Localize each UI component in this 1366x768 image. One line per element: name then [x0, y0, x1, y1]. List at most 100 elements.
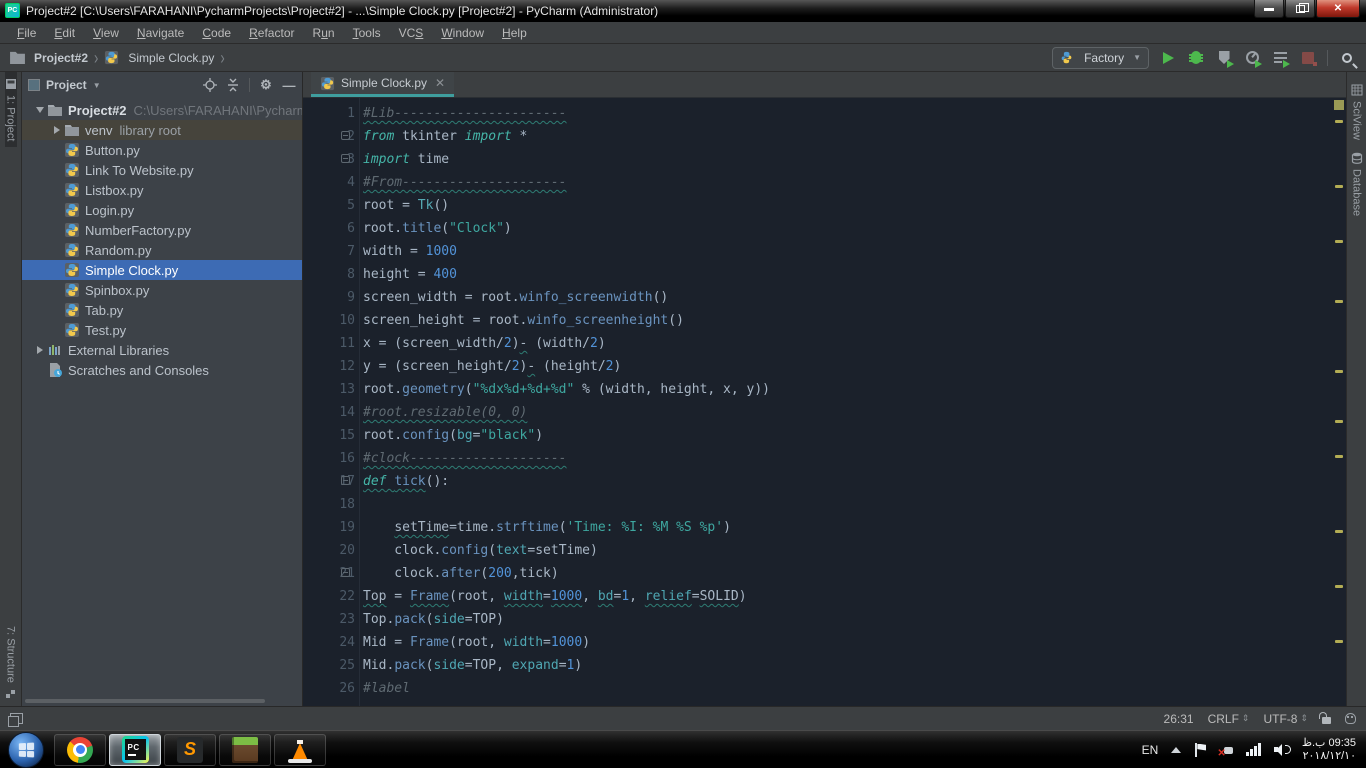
menu-file[interactable]: File: [8, 24, 45, 42]
taskbar-pycharm-button[interactable]: PC: [109, 734, 161, 766]
run-with-settings-button[interactable]: [1271, 49, 1289, 67]
encoding-select[interactable]: UTF-8⇕: [1263, 712, 1308, 726]
code-line[interactable]: y = (screen_height/2)- (height/2): [363, 355, 1330, 378]
code-line[interactable]: #From---------------------: [363, 171, 1330, 194]
taskbar-clock[interactable]: 09:35 ب.ظ ۲۰۱۸/۱۲/۱۰: [1302, 737, 1356, 763]
code-line[interactable]: from tkinter import *: [363, 125, 1330, 148]
horizontal-scrollbar[interactable]: [25, 699, 265, 703]
code-line[interactable]: [363, 493, 1330, 516]
run-button[interactable]: [1159, 49, 1177, 67]
tree-collapsed-arrow-icon[interactable]: [32, 346, 47, 354]
code-line[interactable]: #label: [363, 677, 1330, 700]
tool-button-sciview[interactable]: SciView: [1351, 78, 1363, 146]
tree-item-scratches-and-consoles[interactable]: Scratches and Consoles: [22, 360, 302, 380]
warning-stripe-mark[interactable]: [1335, 370, 1343, 373]
debug-button[interactable]: [1187, 49, 1205, 67]
code-line[interactable]: Top = Frame(root, width=1000, bd=1, reli…: [363, 585, 1330, 608]
warning-stripe-mark[interactable]: [1335, 420, 1343, 423]
code-line[interactable]: clock.after(200,tick): [363, 562, 1330, 585]
code-line[interactable]: screen_width = root.winfo_screenwidth(): [363, 286, 1330, 309]
volume-icon[interactable]: [1274, 743, 1289, 756]
tab-close-icon[interactable]: ✕: [435, 76, 445, 90]
warning-stripe-mark[interactable]: [1335, 185, 1343, 188]
menu-navigate[interactable]: Navigate: [128, 24, 193, 42]
tree-item-random-py[interactable]: Random.py: [22, 240, 302, 260]
fold-marker-icon[interactable]: [341, 568, 350, 577]
code-line[interactable]: x = (screen_width/2)- (width/2): [363, 332, 1330, 355]
hide-panel-button[interactable]: —: [282, 78, 296, 92]
code-line[interactable]: Mid.pack(side=TOP, expand=1): [363, 654, 1330, 677]
code-line[interactable]: width = 1000: [363, 240, 1330, 263]
menu-help[interactable]: Help: [493, 24, 536, 42]
breadcrumb-file[interactable]: Simple Clock.py: [128, 51, 214, 65]
tree-item-numberfactory-py[interactable]: NumberFactory.py: [22, 220, 302, 240]
warning-stripe-mark[interactable]: [1335, 120, 1343, 123]
stop-button[interactable]: [1299, 49, 1317, 67]
fold-marker-icon[interactable]: [341, 154, 350, 163]
tree-item-listbox-py[interactable]: Listbox.py: [22, 180, 302, 200]
warning-stripe-mark[interactable]: [1335, 300, 1343, 303]
line-separator-select[interactable]: CRLF⇕: [1208, 712, 1250, 726]
code-line[interactable]: Top.pack(side=TOP): [363, 608, 1330, 631]
tree-item-tab-py[interactable]: Tab.py: [22, 300, 302, 320]
code-line[interactable]: #Lib----------------------: [363, 102, 1330, 125]
menu-edit[interactable]: Edit: [45, 24, 84, 42]
taskbar-vlc-button[interactable]: [274, 734, 326, 766]
editor-tab[interactable]: Simple Clock.py ✕: [311, 72, 454, 97]
tree-item-simple-clock-py[interactable]: Simple Clock.py: [22, 260, 302, 280]
menu-tools[interactable]: Tools: [344, 24, 390, 42]
error-stripe[interactable]: [1332, 98, 1346, 706]
tool-button-project[interactable]: 1: Project: [5, 72, 17, 147]
tree-item-button-py[interactable]: Button.py: [22, 140, 302, 160]
tree-item-login-py[interactable]: Login.py: [22, 200, 302, 220]
menu-run[interactable]: Run: [304, 24, 344, 42]
menu-window[interactable]: Window: [432, 24, 493, 42]
collapse-all-button[interactable]: [226, 78, 240, 92]
code-line[interactable]: root.config(bg="black"): [363, 424, 1330, 447]
close-button[interactable]: ✕: [1316, 0, 1360, 18]
settings-gear-icon[interactable]: ⚙: [259, 78, 273, 92]
code-line[interactable]: screen_height = root.winfo_screenheight(…: [363, 309, 1330, 332]
fold-marker-icon[interactable]: [341, 476, 350, 485]
action-center-flag-icon[interactable]: [1194, 743, 1206, 757]
code-line[interactable]: height = 400: [363, 263, 1330, 286]
code-line[interactable]: root.title("Clock"): [363, 217, 1330, 240]
warning-stripe-mark[interactable]: [1335, 585, 1343, 588]
menu-code[interactable]: Code: [193, 24, 240, 42]
run-configuration-select[interactable]: Factory ▼: [1052, 47, 1149, 69]
network-signal-icon[interactable]: [1246, 743, 1261, 756]
inspection-indicator[interactable]: [1334, 100, 1344, 110]
code-line[interactable]: #root.resizable(0, 0): [363, 401, 1330, 424]
tree-item-test-py[interactable]: Test.py: [22, 320, 302, 340]
menu-refactor[interactable]: Refactor: [240, 24, 303, 42]
code-line[interactable]: setTime=time.strftime('Time: %I: %M %S %…: [363, 516, 1330, 539]
minimize-button[interactable]: ▬: [1254, 0, 1284, 18]
warning-stripe-mark[interactable]: [1335, 240, 1343, 243]
profiler-button[interactable]: [1243, 49, 1261, 67]
code-line[interactable]: Mid = Frame(root, width=1000): [363, 631, 1330, 654]
warning-stripe-mark[interactable]: [1335, 455, 1343, 458]
tree-item-spinbox-py[interactable]: Spinbox.py: [22, 280, 302, 300]
tree-item-venv[interactable]: venvlibrary root: [22, 120, 302, 140]
run-with-coverage-button[interactable]: [1215, 49, 1233, 67]
tree-item-link-to-website-py[interactable]: Link To Website.py: [22, 160, 302, 180]
fold-marker-icon[interactable]: [341, 131, 350, 140]
tree-expanded-arrow-icon[interactable]: [32, 107, 47, 113]
taskbar-minecraft-button[interactable]: [219, 734, 271, 766]
warning-stripe-mark[interactable]: [1335, 530, 1343, 533]
code-line[interactable]: #clock--------------------: [363, 447, 1330, 470]
tree-item-external-libraries[interactable]: External Libraries: [22, 340, 302, 360]
caret-position[interactable]: 26:31: [1164, 712, 1194, 726]
locate-file-button[interactable]: [203, 78, 217, 92]
tree-collapsed-arrow-icon[interactable]: [49, 126, 64, 134]
menu-vcs[interactable]: VCS: [390, 24, 433, 42]
breadcrumb-project[interactable]: Project#2: [34, 51, 88, 65]
tool-button-database[interactable]: Database: [1351, 146, 1363, 222]
code-editor[interactable]: 1234567891011121314151617181920212223242…: [303, 98, 1346, 706]
start-button[interactable]: [8, 732, 44, 768]
readonly-lock-icon[interactable]: [1322, 717, 1331, 724]
menu-view[interactable]: View: [84, 24, 128, 42]
code-line[interactable]: clock.config(text=setTime): [363, 539, 1330, 562]
toggle-tool-windows-icon[interactable]: [10, 713, 23, 724]
code-line[interactable]: root = Tk(): [363, 194, 1330, 217]
